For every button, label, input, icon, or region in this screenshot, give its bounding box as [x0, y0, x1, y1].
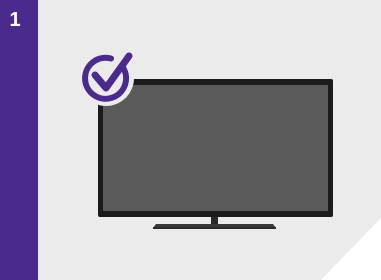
television-icon [98, 79, 333, 229]
check-circle-icon [78, 50, 134, 106]
step-card: 1 [0, 0, 381, 280]
step-bar: 1 [0, 0, 38, 280]
tv-screen [103, 85, 328, 211]
tv-stand-foot [153, 227, 276, 229]
step-number: 1 [9, 9, 21, 31]
tv-illustration [78, 50, 333, 229]
